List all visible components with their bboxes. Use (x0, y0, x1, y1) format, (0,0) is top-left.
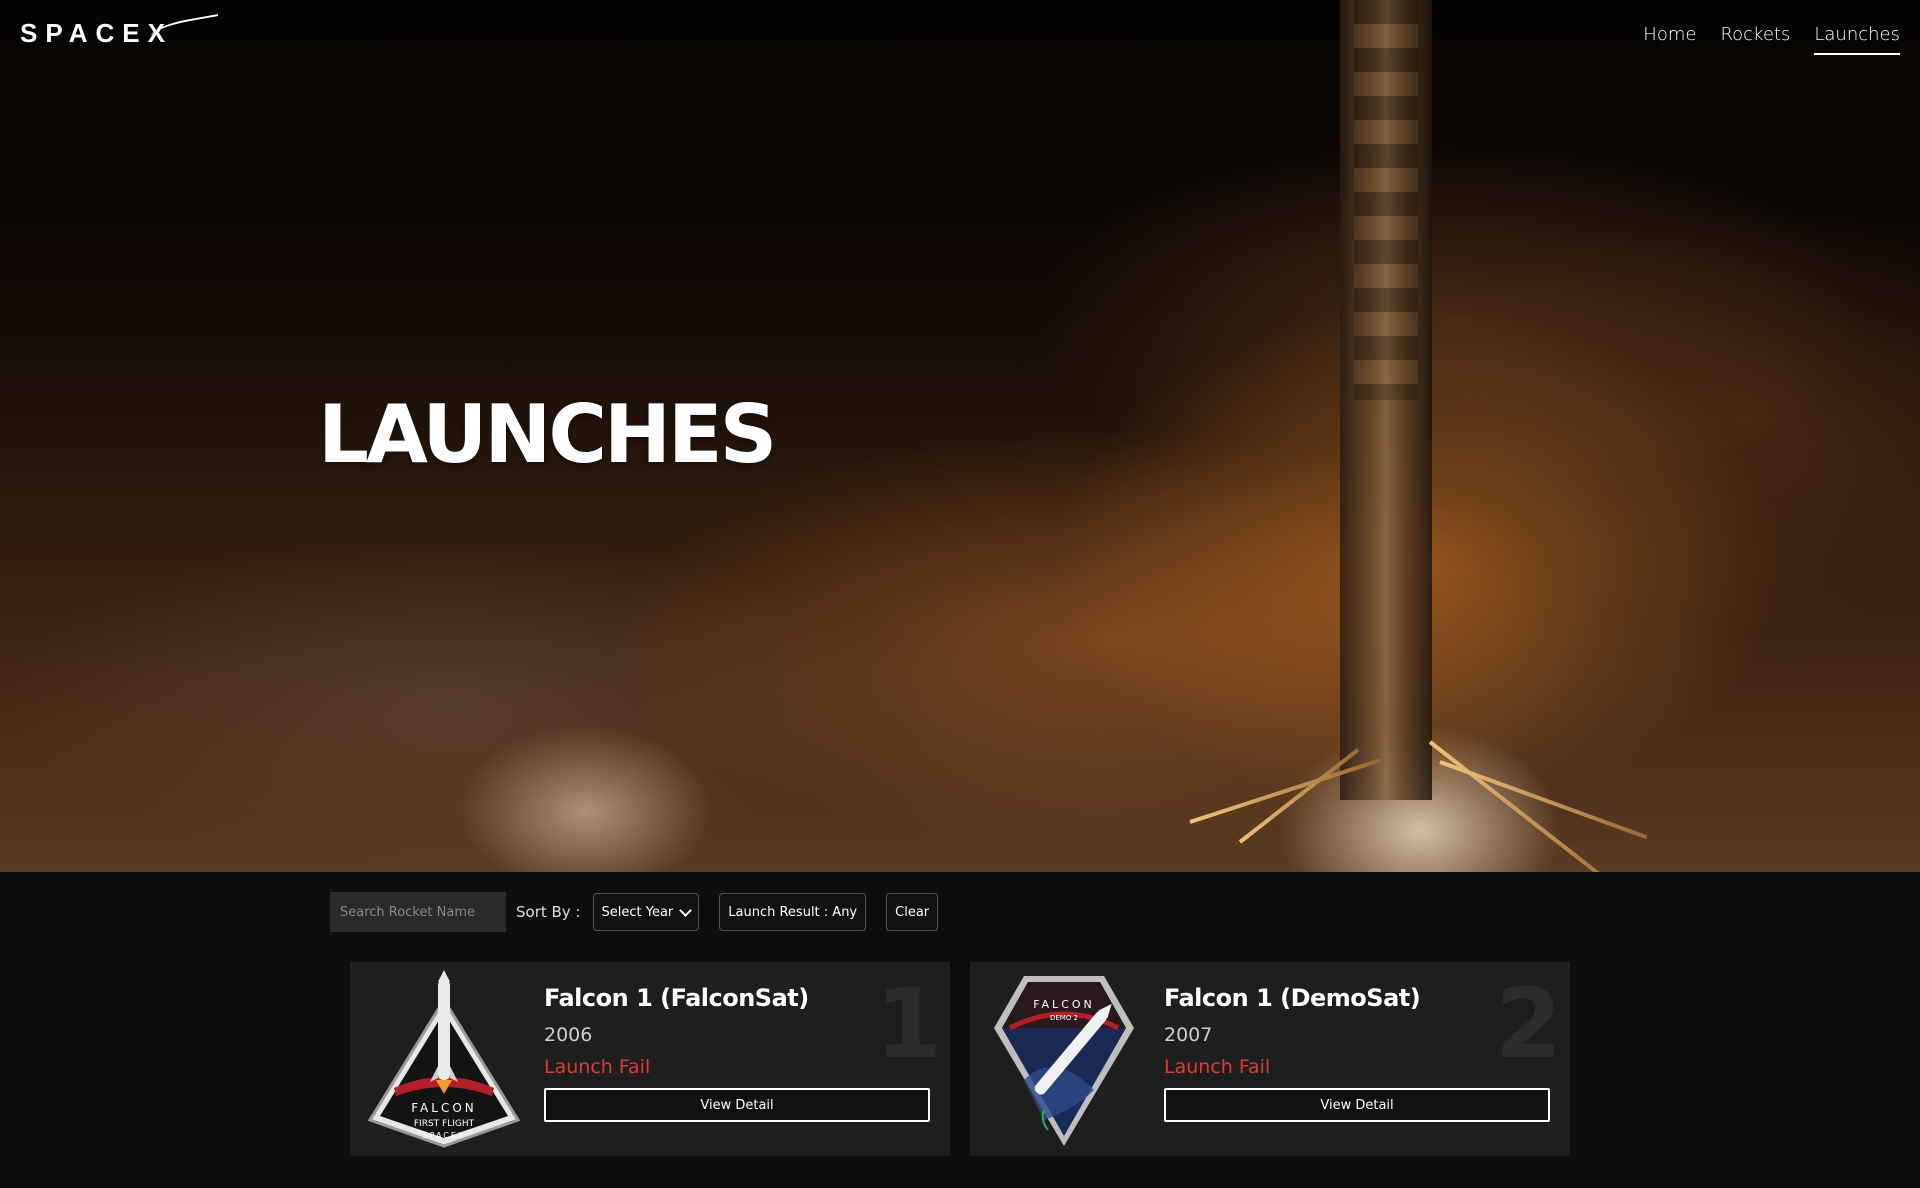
nav-launches[interactable]: Launches (1814, 24, 1900, 55)
launch-result: Launch Fail (544, 1056, 651, 1078)
launch-result-button[interactable]: Launch Result : Any (719, 893, 867, 931)
spacex-logo[interactable]: SPACEX (20, 18, 173, 49)
patch-text: FALCON (411, 1101, 477, 1115)
launch-name: Falcon 1 (FalconSat) (544, 984, 809, 1012)
launch-year: 2007 (1164, 1024, 1213, 1046)
launch-list: 1 FALCON FIRST FLIGHT SPACEX Falcon 1 (F… (350, 962, 1570, 1156)
rocket-leg (1428, 740, 1629, 872)
nav-home[interactable]: Home (1643, 24, 1696, 55)
falconsat-mission-patch: FALCON FIRST FLIGHT SPACEX (367, 970, 521, 1148)
search-input[interactable] (330, 892, 506, 932)
view-detail-button[interactable]: View Detail (1164, 1088, 1550, 1122)
launch-card: 1 FALCON FIRST FLIGHT SPACEX Falcon 1 (F… (350, 962, 950, 1156)
sort-label: Sort By : (516, 903, 581, 921)
nav-rockets[interactable]: Rockets (1720, 24, 1790, 55)
patch-text: DEMO 2 (1050, 1014, 1078, 1022)
launch-result-label: Launch Result : Any (728, 904, 858, 920)
year-select-value: Select Year (601, 904, 674, 920)
hero-banner: SPACEX Home Rockets Launches LAUNCHES (0, 0, 1920, 872)
launch-year: 2006 (544, 1024, 593, 1046)
view-detail-button[interactable]: View Detail (544, 1088, 930, 1122)
patch-text: FIRST FLIGHT (414, 1119, 475, 1129)
launch-result: Launch Fail (1164, 1056, 1271, 1078)
year-select[interactable]: Select Year (592, 893, 700, 931)
filter-bar: Sort By : Select Year Launch Result : An… (330, 892, 939, 932)
clear-label: Clear (895, 904, 930, 920)
patch-text: FALCON (1033, 998, 1095, 1011)
launch-card-body: Falcon 1 (FalconSat) 2006 Launch Fail Vi… (544, 984, 930, 1122)
launch-card-body: Falcon 1 (DemoSat) 2007 Launch Fail View… (1164, 984, 1550, 1122)
main-nav: Home Rockets Launches (1643, 24, 1900, 55)
launch-card: 2 FALCON DEMO 2 Falcon 1 (DemoSat) 2007 … (970, 962, 1570, 1156)
clear-button[interactable]: Clear (886, 893, 939, 931)
patch-text: SPACEX (423, 1131, 466, 1140)
demosat-mission-patch: FALCON DEMO 2 (994, 976, 1134, 1146)
chevron-down-icon (679, 903, 693, 917)
rocket-image (1340, 0, 1432, 800)
page-title: LAUNCHES (318, 388, 777, 481)
launch-name: Falcon 1 (DemoSat) (1164, 984, 1421, 1012)
